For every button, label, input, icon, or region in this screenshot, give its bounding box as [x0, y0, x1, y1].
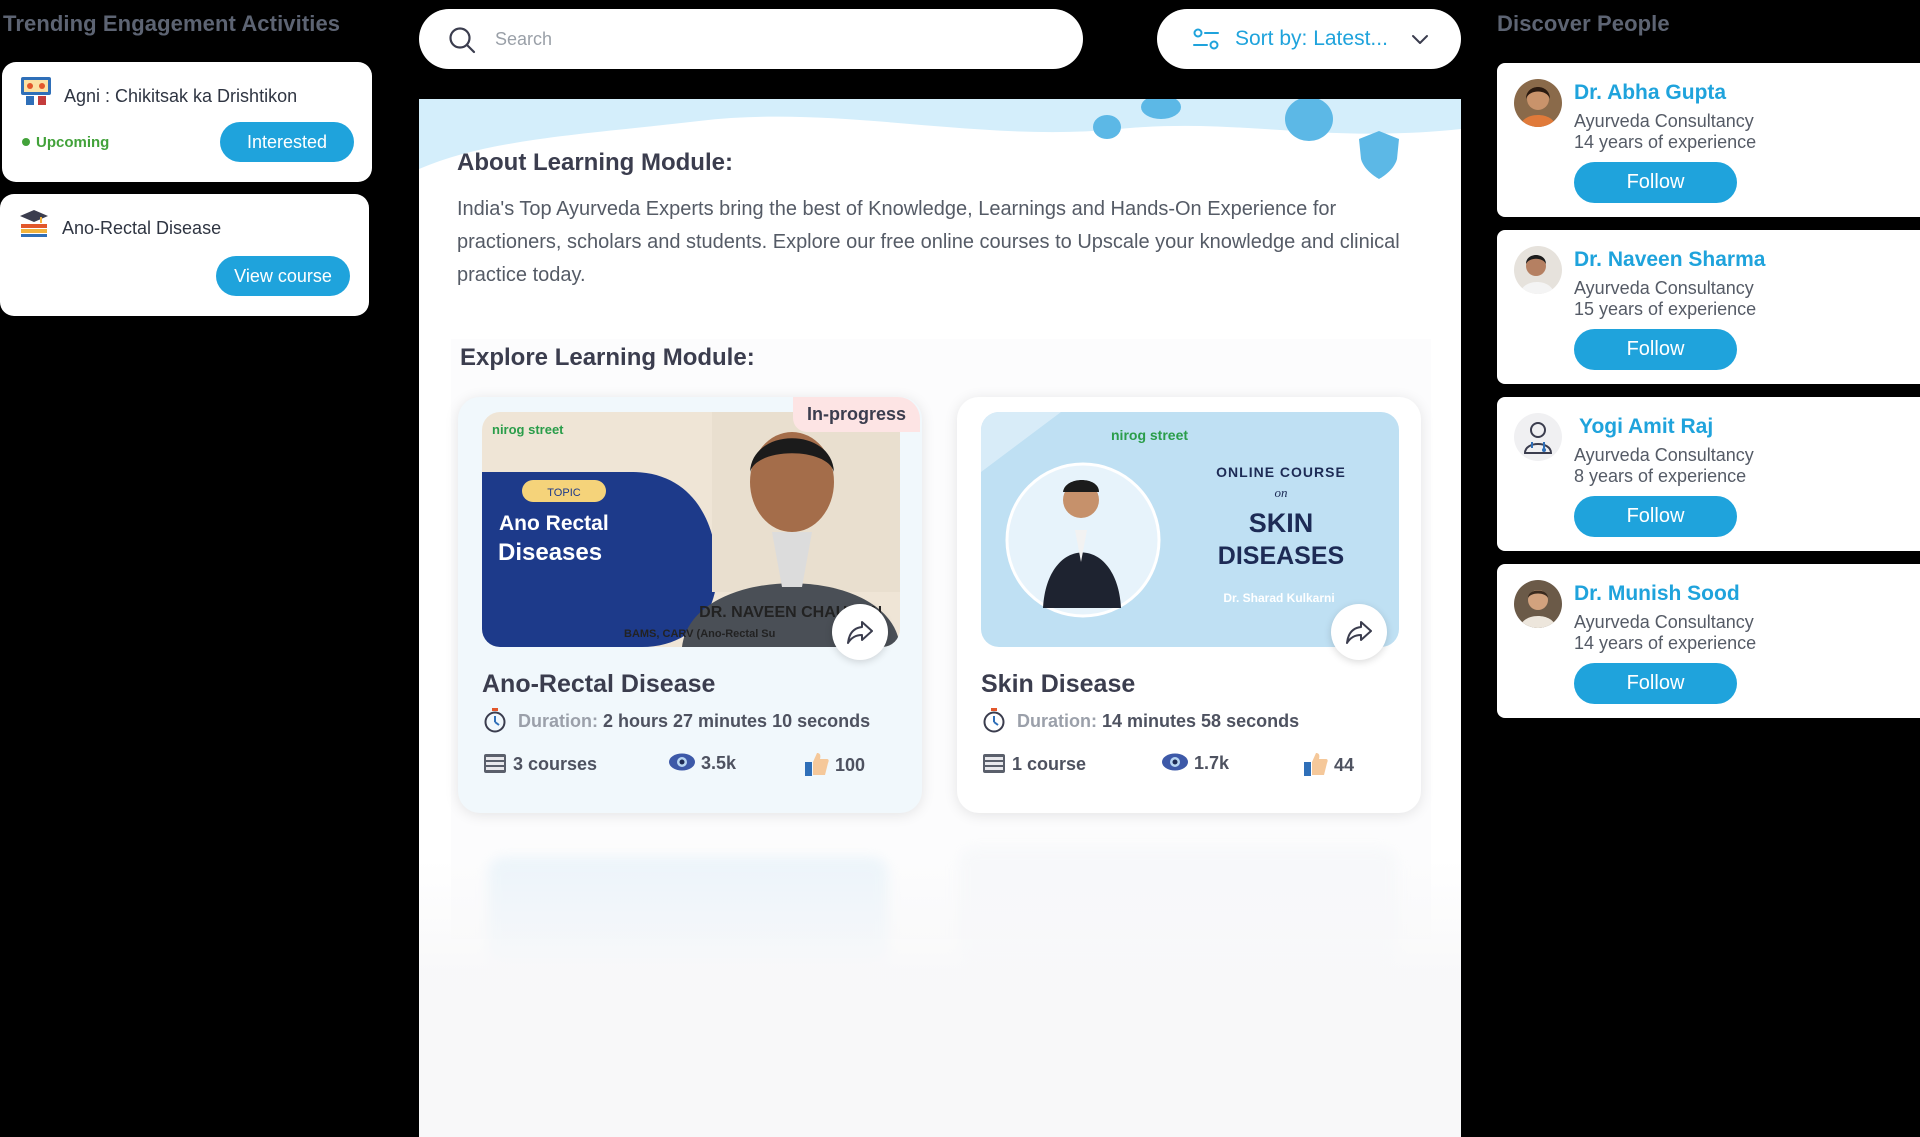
thumb-doctor-degree: BAMS, CARV (Ano-Rectal Su [624, 628, 775, 640]
thumb-online-course: ONLINE COURSE [1216, 464, 1346, 480]
activity-card[interactable]: Agni : Chikitsak ka Drishtikon Upcoming … [2, 62, 372, 182]
person-experience: 15 years of experience [1574, 299, 1757, 319]
course-count: 1 course [981, 753, 1086, 777]
course-thumbnail[interactable]: nirog street ONLINE COURSE on SKIN DISEA… [981, 412, 1399, 647]
progress-badge: In-progress [792, 397, 920, 432]
view-count: 1.7k [1161, 753, 1229, 774]
explore-title: Explore Learning Module: [460, 344, 755, 371]
person-card: Dr. Munish Sood Ayurveda Consultancy 14 … [1497, 564, 1920, 718]
search-input[interactable] [495, 23, 1055, 55]
thumbs-up-icon [805, 753, 829, 776]
like-count: 44 [1303, 753, 1354, 779]
like-count: 100 [804, 753, 865, 779]
share-icon [1346, 621, 1372, 644]
person-experience: 14 years of experience [1574, 633, 1757, 653]
sort-label: Sort by: Latest... [1235, 27, 1388, 50]
thumb-on: on [1275, 485, 1288, 500]
search-bar[interactable] [419, 9, 1083, 69]
thumb-doctor-name: Dr. Sharad Kulkarni [1223, 591, 1334, 605]
person-role: Ayurveda Consultancy [1574, 445, 1754, 465]
course-duration: Duration: 14 minutes 58 seconds [981, 708, 1299, 735]
person-experience: 14 years of experience [1574, 132, 1757, 152]
books-icon [484, 754, 506, 773]
thumbs-up-icon [1304, 753, 1328, 776]
filter-sliders-icon [1193, 28, 1219, 50]
share-button[interactable] [1331, 604, 1387, 660]
share-icon [847, 621, 873, 644]
course-card[interactable]: nirog street ONLINE COURSE on SKIN DISEA… [957, 397, 1421, 813]
stopwatch-icon [983, 708, 1005, 733]
person-role: Ayurveda Consultancy [1574, 111, 1754, 131]
thumb-logo: nirog street [1111, 427, 1188, 443]
thumb-topic: TOPIC [547, 487, 580, 499]
thumb-title-line2: DISEASES [1218, 542, 1344, 570]
view-count: 3.5k [668, 753, 736, 774]
course-card[interactable]: nirog street TOPIC Ano Rectal Diseases D… [458, 397, 922, 813]
thumb-title-line1: Ano Rectal [499, 512, 609, 535]
graduation-books-icon [20, 210, 48, 237]
discover-section-title: Discover People [1497, 11, 1670, 36]
person-name[interactable]: Dr. Munish Sood [1574, 582, 1740, 606]
person-card: Yogi Amit Raj Ayurveda Consultancy 8 yea… [1497, 397, 1920, 551]
thumb-title-line2: Diseases [498, 539, 602, 566]
person-role: Ayurveda Consultancy [1574, 612, 1754, 632]
eye-icon [669, 753, 695, 771]
follow-button[interactable]: Follow [1574, 329, 1737, 370]
trending-section-title: Trending Engagement Activities [3, 11, 341, 36]
person-name[interactable]: Yogi Amit Raj [1579, 415, 1713, 439]
person-card: Dr. Abha Gupta Ayurveda Consultancy 14 y… [1497, 63, 1920, 217]
status-dot-icon [22, 138, 30, 147]
course-title: Skin Disease [981, 670, 1136, 698]
follow-button[interactable]: Follow [1574, 162, 1737, 203]
doctor-avatar-icon[interactable] [1514, 413, 1562, 461]
presenter-icon [21, 77, 51, 105]
sort-dropdown[interactable]: Sort by: Latest... [1157, 9, 1461, 69]
course-duration: Duration: 2 hours 27 minutes 10 seconds [482, 708, 870, 735]
avatar[interactable] [1514, 246, 1562, 294]
eye-icon [1162, 753, 1188, 771]
books-icon [983, 754, 1005, 773]
stopwatch-icon [484, 708, 506, 733]
person-experience: 8 years of experience [1574, 466, 1747, 486]
status-badge: Upcoming [22, 134, 109, 151]
chevron-down-icon [1412, 35, 1428, 44]
search-icon [449, 27, 476, 54]
main-panel: About Learning Module: India's Top Ayurv… [419, 99, 1461, 1137]
bottom-fade-overlay [419, 859, 1461, 1137]
interested-button[interactable]: Interested [220, 122, 354, 162]
activity-title: Agni : Chikitsak ka Drishtikon [64, 86, 298, 106]
course-thumbnail[interactable]: nirog street TOPIC Ano Rectal Diseases D… [482, 412, 900, 647]
course-title: Ano-Rectal Disease [482, 670, 716, 698]
activity-card[interactable]: Ano-Rectal Disease View course [0, 194, 369, 316]
follow-button[interactable]: Follow [1574, 496, 1737, 537]
about-description: India's Top Ayurveda Experts bring the b… [457, 198, 1400, 286]
share-button[interactable] [832, 604, 888, 660]
follow-button[interactable]: Follow [1574, 663, 1737, 704]
avatar[interactable] [1514, 580, 1562, 628]
view-course-button[interactable]: View course [216, 256, 350, 296]
course-thumbnail-image: nirog street ONLINE COURSE on SKIN DISEA… [981, 412, 1399, 647]
activity-title: Ano-Rectal Disease [62, 218, 222, 238]
course-count: 3 courses [482, 753, 597, 777]
course-thumbnail-image: nirog street TOPIC Ano Rectal Diseases D… [482, 412, 900, 647]
person-name[interactable]: Dr. Naveen Sharma [1574, 248, 1765, 272]
person-name[interactable]: Dr. Abha Gupta [1574, 81, 1726, 105]
person-role: Ayurveda Consultancy [1574, 278, 1754, 298]
thumb-title-line1: SKIN [1249, 508, 1314, 538]
about-title: About Learning Module: [457, 149, 733, 176]
avatar[interactable] [1514, 79, 1562, 127]
thumb-logo: nirog street [492, 422, 564, 437]
person-card: Dr. Naveen Sharma Ayurveda Consultancy 1… [1497, 230, 1920, 384]
